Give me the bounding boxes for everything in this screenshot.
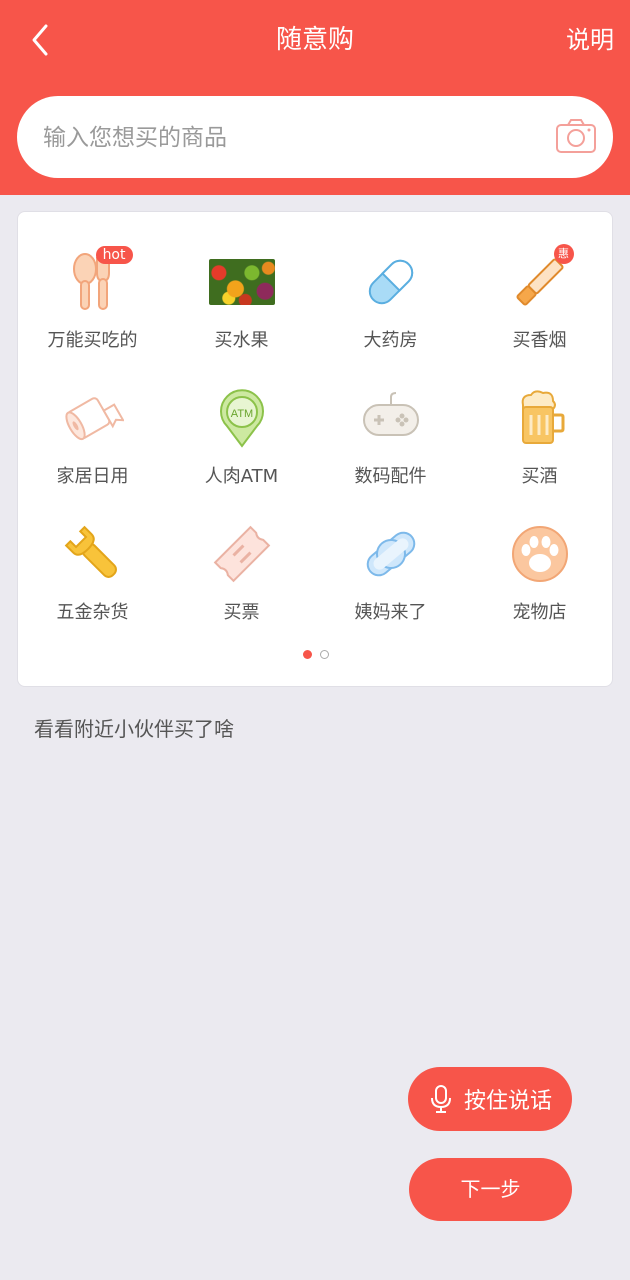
category-label: 姨妈来了 [354, 602, 427, 623]
category-grid: hot 万能买吃的 买水果 大药房 惠 买香烟 家居日用 ATM 人肉ATM 数… [18, 232, 614, 640]
paw-icon [511, 526, 568, 582]
toilet-paper-icon [64, 397, 124, 441]
sanitary-pad-icon [366, 531, 415, 577]
atm-icon-text: ATM [230, 408, 252, 420]
next-step-button[interactable]: 下一步 [409, 1158, 572, 1221]
page-dot-active[interactable] [303, 650, 312, 659]
page-indicator [18, 650, 614, 659]
category-atm[interactable]: ATM 人肉ATM [167, 368, 316, 504]
beer-mug-icon [521, 390, 564, 444]
category-label: 数码配件 [354, 466, 427, 487]
category-label: 宠物店 [512, 602, 567, 623]
category-label: 五金杂货 [56, 602, 129, 623]
category-pet[interactable]: 宠物店 [465, 504, 614, 640]
hot-badge: hot [95, 246, 133, 264]
microphone-icon [430, 1085, 451, 1113]
header-bar: 随意购 说明 [0, 0, 630, 195]
wrench-icon [64, 525, 117, 578]
page-title: 随意购 [275, 25, 354, 55]
category-tickets[interactable]: 买票 [167, 504, 316, 640]
atm-pin-icon: ATM [219, 389, 264, 448]
voice-button-label: 按住说话 [463, 1089, 552, 1114]
ticket-icon [213, 525, 270, 583]
category-panel: hot 万能买吃的 买水果 大药房 惠 买香烟 家居日用 ATM 人肉ATM 数… [17, 211, 613, 687]
explain-button[interactable]: 说明 [566, 22, 614, 58]
nearby-section-title: 看看附近小伙伴买了啥 [34, 717, 234, 741]
category-cigarette[interactable]: 惠 买香烟 [465, 232, 614, 368]
page-dot[interactable] [320, 650, 329, 659]
category-pharmacy[interactable]: 大药房 [316, 232, 465, 368]
voice-input-button[interactable]: 按住说话 [408, 1067, 572, 1131]
category-household[interactable]: 家居日用 [18, 368, 167, 504]
category-label: 买水果 [214, 330, 269, 351]
category-fruit[interactable]: 买水果 [167, 232, 316, 368]
search-input[interactable] [41, 116, 545, 160]
category-digital[interactable]: 数码配件 [316, 368, 465, 504]
search-bar [17, 96, 613, 178]
fruit-photo [208, 259, 275, 305]
category-label: 人肉ATM [204, 466, 279, 487]
category-label: 买酒 [521, 466, 558, 487]
category-hardware[interactable]: 五金杂货 [18, 504, 167, 640]
category-label: 买香烟 [512, 330, 567, 351]
category-liquor[interactable]: 买酒 [465, 368, 614, 504]
discount-badge: 惠 [553, 244, 574, 264]
camera-icon[interactable] [555, 117, 597, 155]
category-label: 买票 [223, 602, 260, 623]
pill-icon [368, 259, 413, 305]
category-label: 家居日用 [56, 466, 129, 487]
category-label: 万能买吃的 [47, 330, 138, 351]
category-eat[interactable]: hot 万能买吃的 [18, 232, 167, 368]
category-feminine[interactable]: 姨妈来了 [316, 504, 465, 640]
category-label: 大药房 [363, 330, 418, 351]
gamepad-icon [362, 392, 419, 436]
